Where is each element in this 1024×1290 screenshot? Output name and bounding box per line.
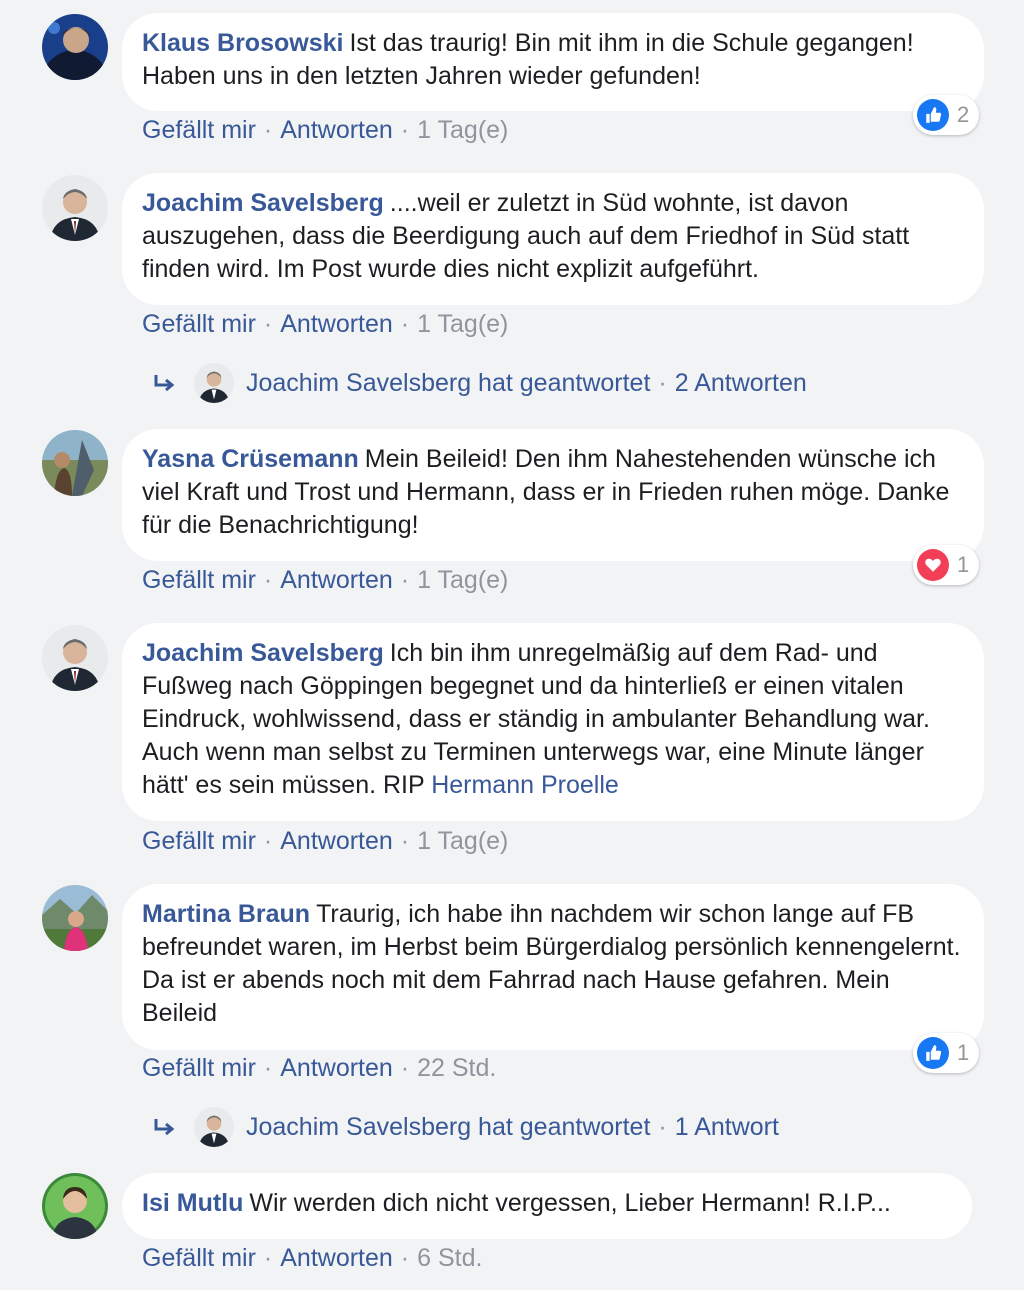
timestamp[interactable]: 1 Tag(e)	[417, 116, 508, 144]
comment-bubble: Yasna Crüsemann Mein Beileid! Den ihm Nah…	[122, 429, 984, 561]
separator: ·	[400, 310, 410, 338]
comment-bubble: Martina Braun Traurig, ich habe ihn nachd…	[122, 884, 984, 1050]
reply-link[interactable]: Antworten	[280, 1054, 393, 1082]
timestamp[interactable]: 1 Tag(e)	[417, 827, 508, 855]
reply-arrow-icon	[154, 375, 175, 392]
avatar	[194, 363, 234, 403]
comment-bubble: Joachim Savelsberg ....weil er zuletzt in…	[122, 173, 984, 305]
reaction-count: 1	[957, 1040, 970, 1065]
separator: ·	[400, 566, 410, 594]
avatar[interactable]	[42, 1173, 108, 1239]
timestamp[interactable]: 22 Std.	[417, 1054, 496, 1082]
reaction-summary[interactable]: 2	[913, 95, 980, 135]
timestamp[interactable]: 1 Tag(e)	[417, 566, 508, 594]
reply-link[interactable]: Antworten	[280, 827, 393, 855]
reply-arrow-icon	[154, 1119, 175, 1136]
reaction-count: 2	[957, 102, 970, 127]
comment-author[interactable]: Yasna Crüsemann	[142, 445, 359, 473]
comment-author[interactable]: Martina Braun	[142, 900, 310, 928]
separator: ·	[263, 566, 273, 594]
replies-author[interactable]: Joachim Savelsberg hat geantwortet	[246, 1113, 650, 1142]
separator: ·	[658, 368, 667, 397]
replies-count[interactable]: 2 Antworten	[675, 369, 807, 398]
avatar	[194, 1107, 234, 1147]
comment-author[interactable]: Isi Mutlu	[142, 1189, 243, 1217]
separator: ·	[263, 1054, 273, 1082]
reply-link[interactable]: Antworten	[280, 566, 393, 594]
timestamp[interactable]: 6 Std.	[417, 1244, 482, 1272]
separator: ·	[658, 1112, 667, 1141]
separator: ·	[400, 116, 410, 144]
comment-actions: Gefällt mir · Antworten · 22 Std.	[142, 1053, 496, 1083]
separator: ·	[263, 116, 273, 144]
like-link[interactable]: Gefällt mir	[142, 1054, 256, 1082]
separator: ·	[263, 310, 273, 338]
separator: ·	[400, 827, 410, 855]
timestamp[interactable]: 1 Tag(e)	[417, 310, 508, 338]
comment-actions: Gefällt mir · Antworten · 1 Tag(e)	[142, 115, 508, 145]
separator: ·	[263, 827, 273, 855]
reaction-count: 1	[957, 552, 970, 577]
separator: ·	[263, 1244, 273, 1272]
comment-actions: Gefällt mir · Antworten · 1 Tag(e)	[142, 565, 508, 595]
comment-actions: Gefällt mir · Antworten · 6 Std.	[142, 1243, 482, 1273]
comment-actions: Gefällt mir · Antworten · 1 Tag(e)	[142, 826, 508, 856]
comment-bubble: Isi Mutlu Wir werden dich nicht vergessen…	[122, 1173, 972, 1239]
comment-bubble: Joachim Savelsberg Ich bin ihm unregelmäß…	[122, 623, 984, 821]
replies-count[interactable]: 1 Antwort	[675, 1113, 779, 1142]
reaction-summary[interactable]: 1	[913, 545, 980, 585]
avatar[interactable]	[42, 625, 108, 691]
comment-bubble: Klaus Brosowski Ist das traurig! Bin mit …	[122, 13, 984, 111]
avatar[interactable]	[42, 175, 108, 241]
love-icon	[917, 549, 949, 581]
like-icon	[917, 1037, 949, 1069]
avatar[interactable]	[42, 885, 108, 951]
mention-link[interactable]: Hermann Proelle	[431, 771, 619, 799]
reply-link[interactable]: Antworten	[280, 310, 393, 338]
comment-author[interactable]: Klaus Brosowski	[142, 29, 343, 57]
comment-author[interactable]: Joachim Savelsberg	[142, 639, 384, 667]
reaction-summary[interactable]: 1	[913, 1033, 980, 1073]
comment-author[interactable]: Joachim Savelsberg	[142, 189, 384, 217]
reply-link[interactable]: Antworten	[280, 116, 393, 144]
reply-link[interactable]: Antworten	[280, 1244, 393, 1272]
like-link[interactable]: Gefällt mir	[142, 310, 256, 338]
comment-text: Wir werden dich nicht vergessen, Lieber …	[249, 1189, 891, 1217]
avatar[interactable]	[42, 14, 108, 80]
comment-actions: Gefällt mir · Antworten · 1 Tag(e)	[142, 309, 508, 339]
like-link[interactable]: Gefällt mir	[142, 566, 256, 594]
like-icon	[917, 99, 949, 131]
view-replies[interactable]: Joachim Savelsberg hat geantwortet · 1 Ant…	[150, 1105, 779, 1149]
avatar[interactable]	[42, 430, 108, 496]
like-link[interactable]: Gefällt mir	[142, 116, 256, 144]
like-link[interactable]: Gefällt mir	[142, 1244, 256, 1272]
view-replies[interactable]: Joachim Savelsberg hat geantwortet · 2 Ant…	[150, 361, 807, 405]
separator: ·	[400, 1054, 410, 1082]
replies-author[interactable]: Joachim Savelsberg hat geantwortet	[246, 369, 650, 398]
separator: ·	[400, 1244, 410, 1272]
like-link[interactable]: Gefällt mir	[142, 827, 256, 855]
